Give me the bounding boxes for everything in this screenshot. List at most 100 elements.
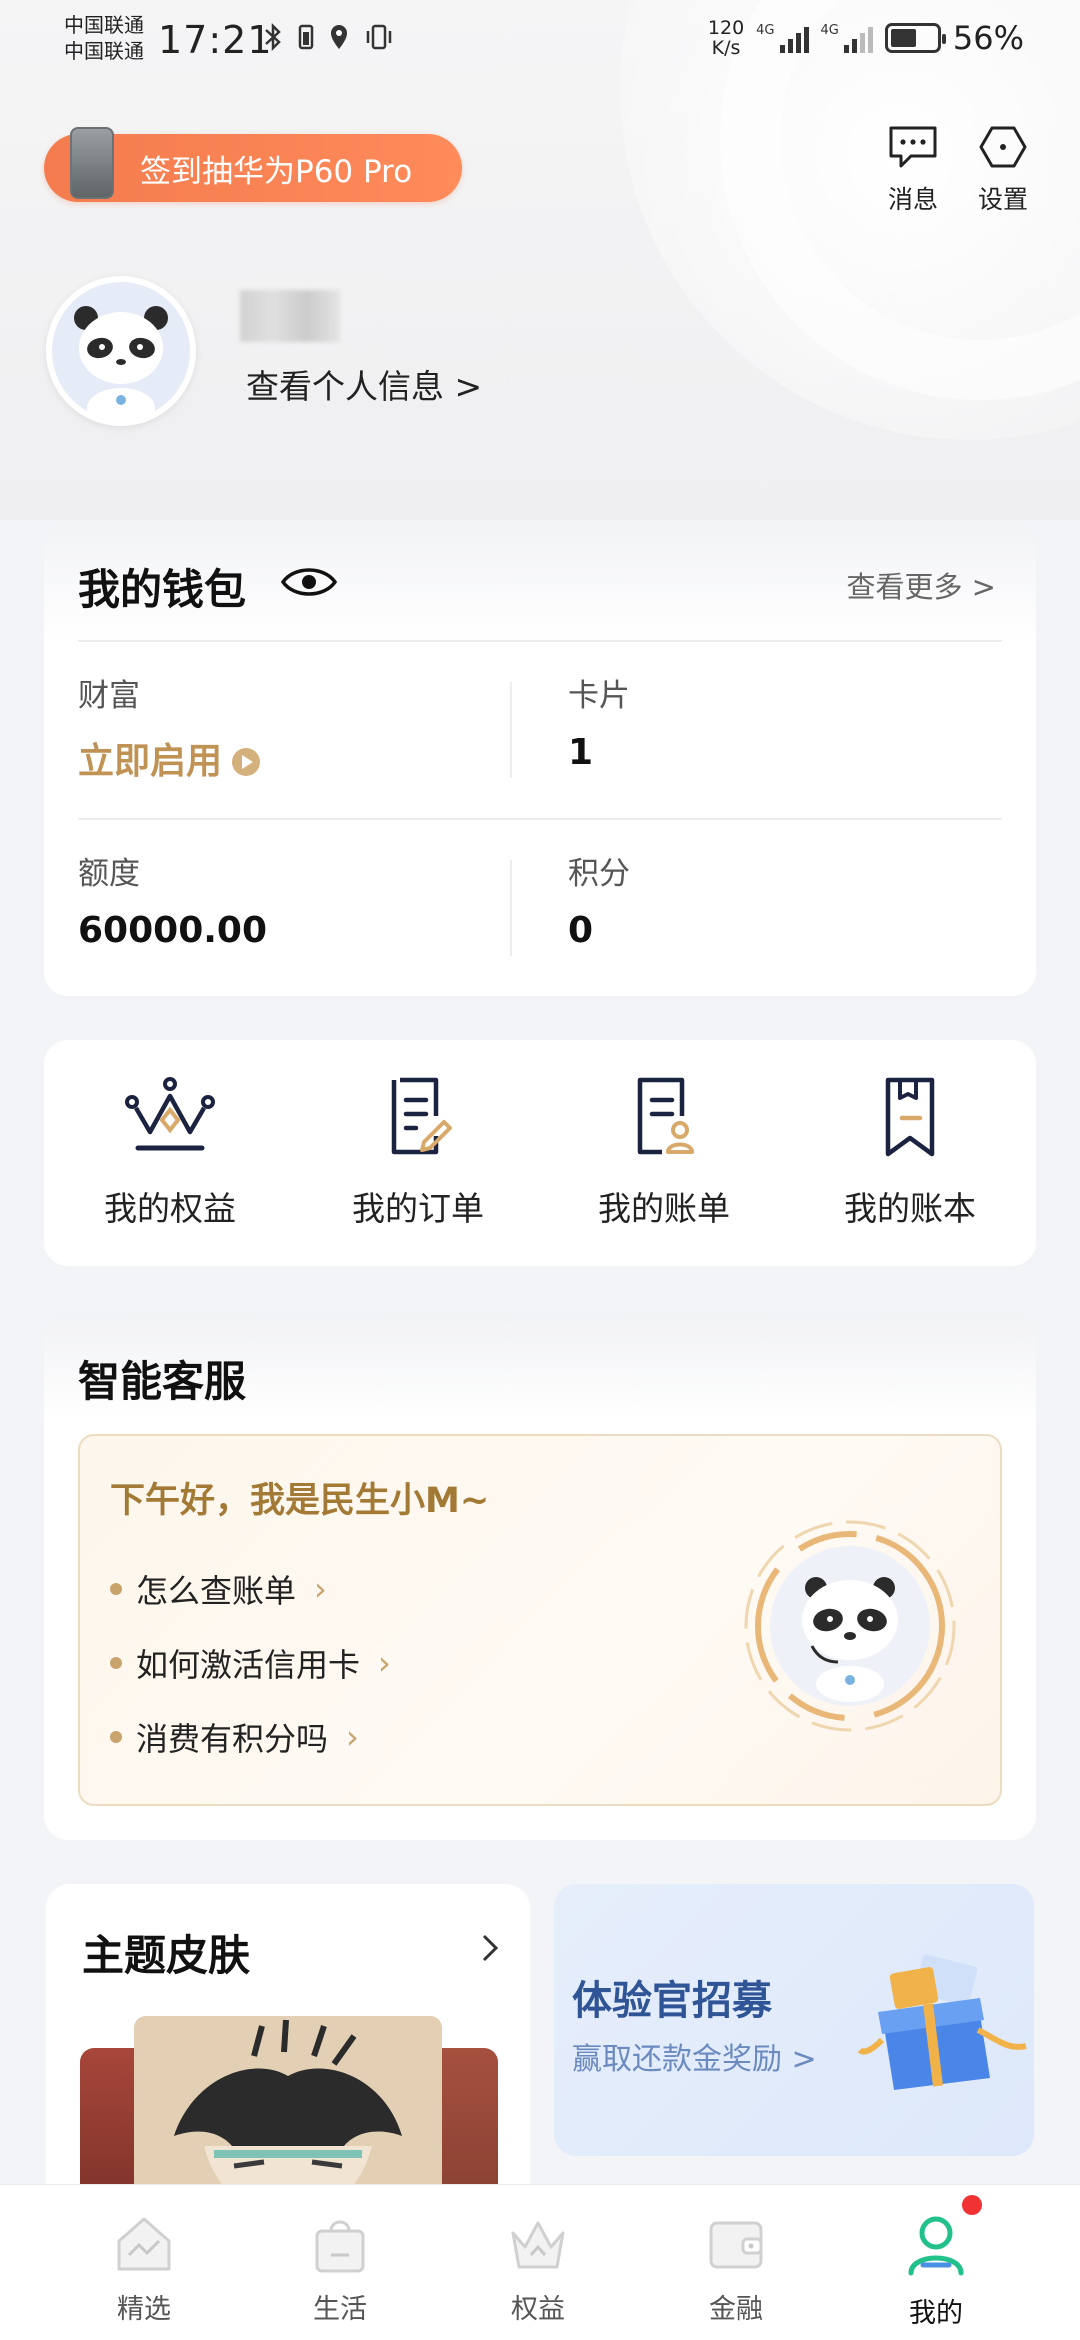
assistant-panda-icon[interactable] [740, 1516, 960, 1736]
battery-saver-icon [298, 24, 314, 50]
location-icon [331, 25, 347, 49]
faq-label: 如何激活信用卡 [136, 1646, 361, 1684]
quick-action-orders[interactable]: 我的订单 [308, 1076, 528, 1230]
limit-value[interactable]: 60000.00 [78, 910, 267, 951]
cards-value[interactable]: 1 [568, 732, 593, 773]
service-title: 智能客服 [78, 1357, 247, 1406]
network-type-2: 4G [820, 23, 839, 38]
quick-action-label: 我的权益 [104, 1189, 236, 1228]
chevron-right-icon [482, 1934, 499, 1962]
bottom-navigation: 精选 生活 权益 金融 我的 [0, 2184, 1080, 2340]
view-profile-link[interactable]: 查看个人信息 > [246, 360, 482, 408]
message-icon [889, 126, 937, 168]
status-icons-left [262, 22, 394, 52]
carrier-2: 中国联通 [64, 39, 144, 63]
smart-service-card: 智能客服 下午好，我是民生小M~ 怎么查账单 › 如何激活信用卡 › 消费有积分… [44, 1312, 1036, 1840]
bluetooth-icon [265, 22, 281, 52]
crown-icon [511, 2221, 565, 2269]
quick-action-benefits[interactable]: 我的权益 [60, 1076, 280, 1230]
promo-banner-button[interactable]: 签到抽华为P60 Pro [44, 127, 462, 202]
recruit-subtitle: 赢取还款金奖励 > [572, 2042, 817, 2077]
wallet-title: 我的钱包 [78, 565, 247, 614]
faq-label: 消费有积分吗 [136, 1720, 329, 1758]
quick-action-bills[interactable]: 我的账单 [554, 1076, 774, 1230]
network-type-1: 4G [756, 23, 775, 38]
chevron-right-icon: › [378, 1644, 391, 1682]
signal-2-icon: 4G [821, 23, 873, 53]
settings-button[interactable]: 设置 [968, 124, 1038, 216]
cards-label: 卡片 [568, 678, 630, 714]
phone-thumbnail-icon [70, 127, 114, 199]
quick-action-ledger[interactable]: 我的账本 [800, 1076, 1020, 1230]
bill-person-icon [637, 1077, 694, 1155]
divider [510, 860, 512, 956]
vibrate-icon [366, 24, 392, 50]
faq-item[interactable]: 如何激活信用卡 › [110, 1640, 391, 1686]
avatar[interactable] [46, 276, 196, 426]
eye-icon[interactable] [280, 562, 338, 602]
limit-label: 额度 [78, 856, 140, 892]
bookmark-ledger-icon [885, 1077, 935, 1157]
wealth-label: 财富 [78, 678, 140, 714]
promo-label: 签到抽华为P60 Pro [140, 153, 413, 190]
nav-label: 金融 [709, 2294, 763, 2325]
experience-recruit-banner[interactable]: 体验官招募 赢取还款金奖励 > [554, 1884, 1034, 2156]
nav-tab-life[interactable]: 生活 [280, 2213, 400, 2326]
divider [78, 640, 1002, 642]
quick-action-label: 我的账本 [844, 1189, 976, 1228]
battery-percent: 56% [952, 19, 1024, 57]
status-bar: 中国联通 中国联通 17:21 120 K/s 4G 4G 56% [0, 0, 1080, 84]
wallet-card: 我的钱包 查看更多 > 财富 立即启用 卡片 1 额度 60000.00 积分 … [44, 522, 1036, 996]
wallet-more-link[interactable]: 查看更多 > [846, 564, 996, 606]
settings-label: 设置 [977, 185, 1028, 214]
service-greeting: 下午好，我是民生小M~ [110, 1481, 490, 1521]
messages-label: 消息 [887, 185, 938, 214]
nav-tab-benefits[interactable]: 权益 [478, 2213, 598, 2326]
user-name-blurred [240, 290, 340, 342]
wallet-icon [709, 2221, 763, 2269]
wealth-value: 立即启用 [78, 741, 223, 782]
bullet-icon [110, 1583, 122, 1595]
recruit-title: 体验官招募 [572, 1978, 772, 2024]
carrier-labels: 中国联通 中国联通 [64, 12, 144, 64]
home-icon [117, 2217, 171, 2271]
chevron-right-icon: › [314, 1570, 327, 1608]
crown-icon [125, 1077, 215, 1151]
faq-item[interactable]: 消费有积分吗 › [110, 1714, 359, 1760]
nav-label: 权益 [511, 2294, 565, 2325]
nav-label: 精选 [117, 2294, 171, 2325]
user-profile-icon [908, 2216, 964, 2276]
points-value[interactable]: 0 [568, 910, 593, 951]
nav-tab-mine[interactable]: 我的 [876, 2213, 996, 2330]
chevron-right-icon: › [346, 1718, 359, 1756]
signal-1-icon: 4G [756, 23, 809, 53]
network-speed-value: 120 [707, 17, 745, 39]
nav-tab-finance[interactable]: 金融 [676, 2213, 796, 2326]
gift-box-icon [858, 1954, 1027, 2090]
battery-icon [884, 23, 946, 53]
nav-tab-featured[interactable]: 精选 [84, 2213, 204, 2326]
messages-button[interactable]: 消息 [878, 124, 948, 216]
clock: 17:21 [158, 18, 273, 62]
shopping-bag-icon [315, 2220, 365, 2273]
faq-label: 怎么查账单 [136, 1572, 297, 1610]
wealth-enable-link[interactable]: 立即启用 [78, 732, 261, 784]
skin-title: 主题皮肤 [82, 1931, 251, 1980]
divider [78, 818, 1002, 820]
service-chat-box[interactable]: 下午好，我是民生小M~ 怎么查账单 › 如何激活信用卡 › 消费有积分吗 › [78, 1434, 1002, 1806]
points-label: 积分 [568, 856, 630, 892]
panda-avatar-icon [52, 282, 190, 420]
bullet-icon [110, 1731, 122, 1743]
divider [510, 682, 512, 778]
faq-item[interactable]: 怎么查账单 › [110, 1566, 327, 1612]
bullet-icon [110, 1657, 122, 1669]
carrier-1: 中国联通 [64, 13, 144, 37]
nav-label: 我的 [909, 2298, 963, 2329]
quick-action-label: 我的订单 [352, 1189, 484, 1228]
play-icon [232, 748, 261, 776]
nav-label: 生活 [313, 2294, 367, 2325]
notification-badge [962, 2195, 982, 2215]
network-speed-unit: K/s [711, 37, 741, 59]
settings-hexagon-icon [979, 126, 1027, 168]
order-document-icon [391, 1077, 452, 1155]
